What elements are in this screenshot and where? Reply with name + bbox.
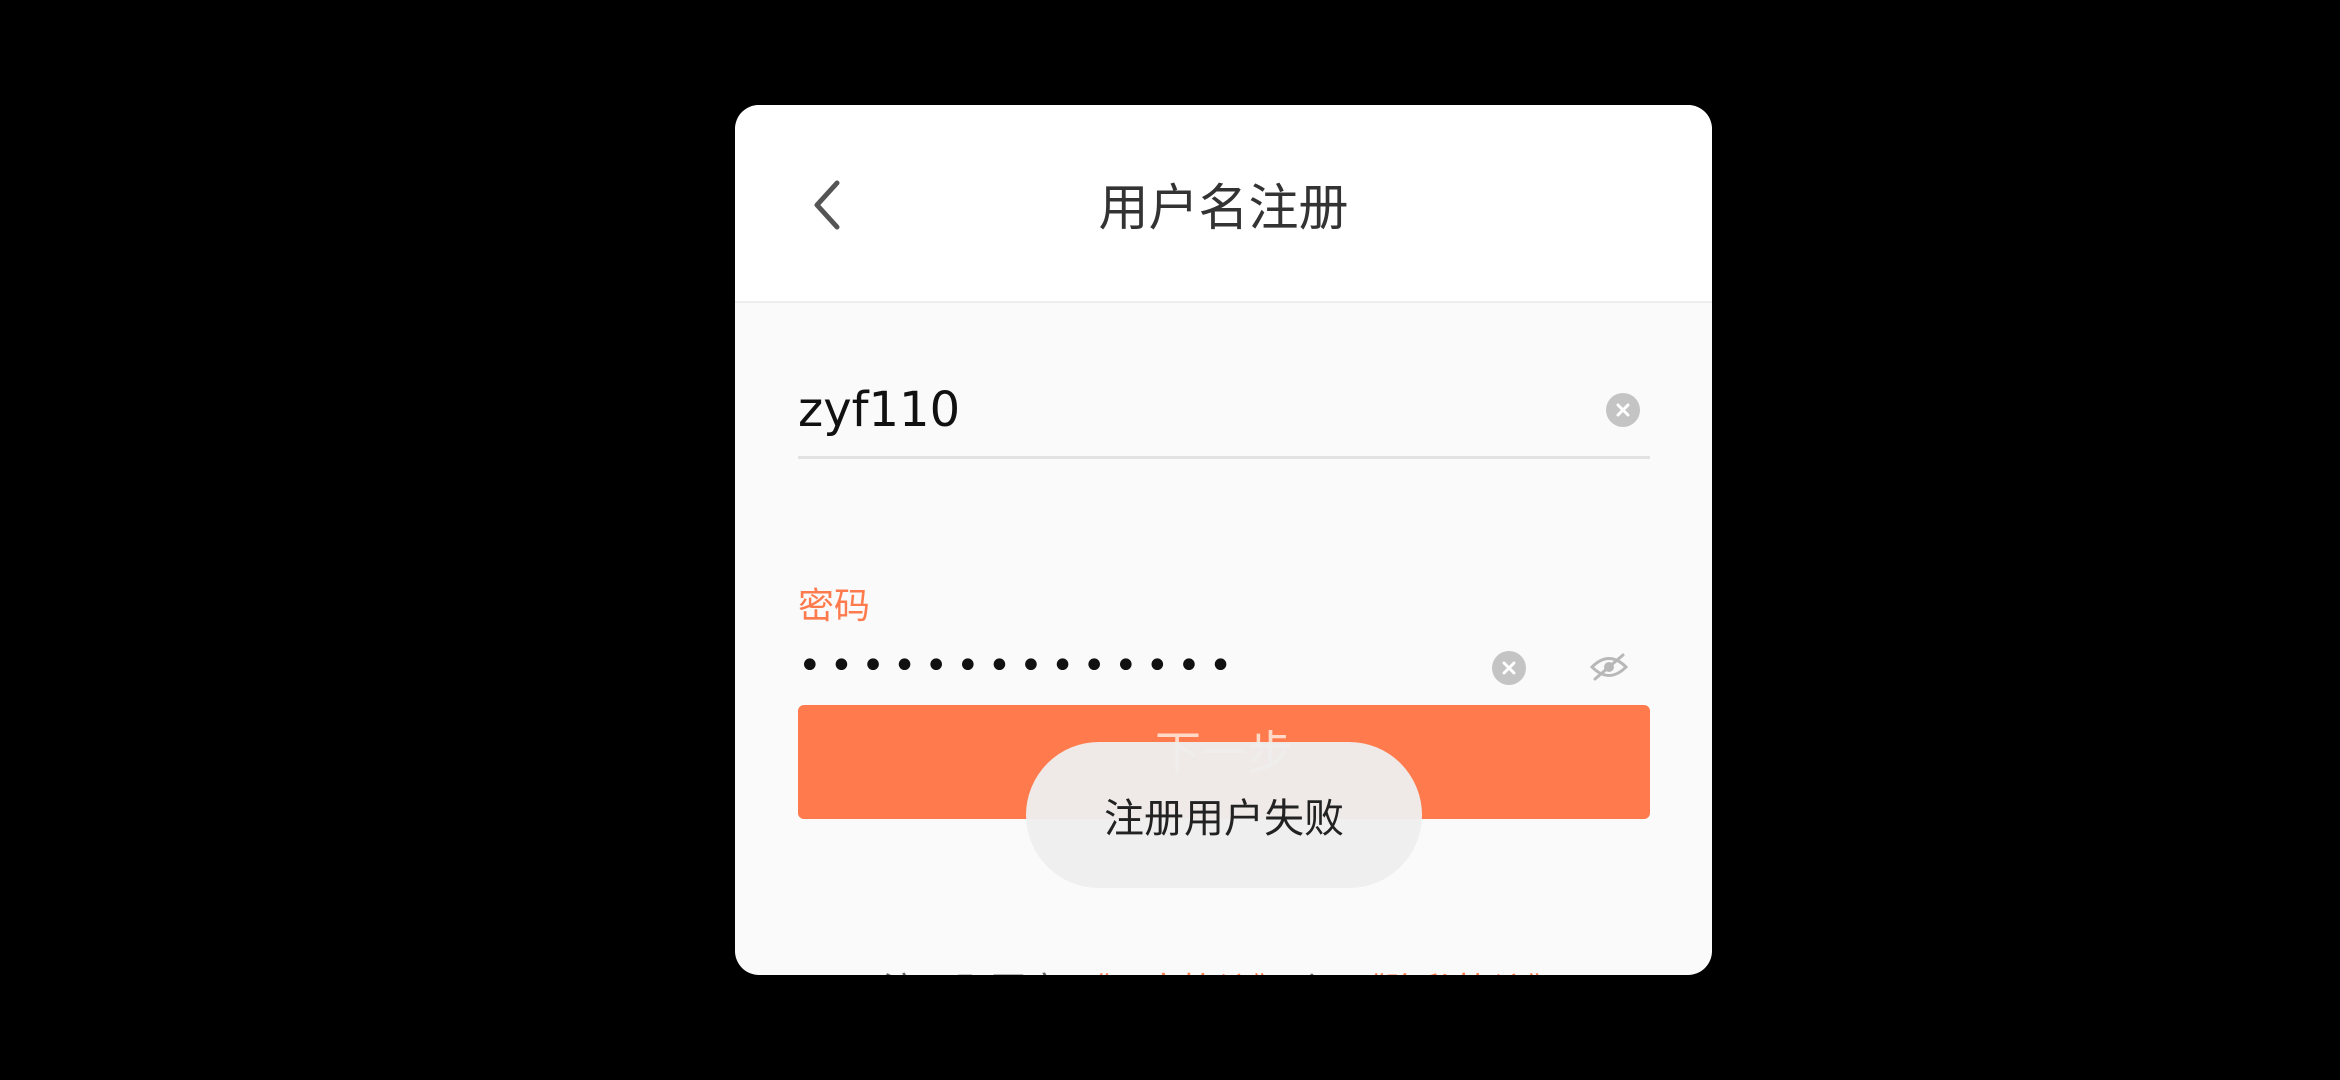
username-field [798, 363, 1650, 459]
screen: 用户名注册 密码 [0, 0, 2340, 1080]
page-title: 用户名注册 [1098, 179, 1349, 237]
eye-off-icon [1589, 653, 1629, 681]
username-clear-button[interactable] [1606, 393, 1640, 427]
agreement-text: 注册即同意 《用户协议》 与 《隐私协议》 [735, 963, 1712, 975]
agreement-prefix: 注册即同意 [882, 962, 1073, 975]
password-field [798, 620, 1650, 715]
user-agreement-link[interactable]: 《用户协议》 [1074, 962, 1290, 975]
chevron-left-icon [814, 180, 840, 230]
back-button[interactable] [792, 170, 862, 240]
clear-circle-icon [1502, 661, 1516, 675]
password-visibility-toggle[interactable] [1588, 646, 1630, 688]
password-clear-button[interactable] [1492, 651, 1526, 685]
password-input[interactable] [798, 620, 1478, 712]
agreement-conjunction: 与 [1290, 962, 1349, 975]
username-input[interactable] [798, 363, 1558, 456]
dialog-header: 用户名注册 [735, 105, 1712, 303]
clear-circle-icon [1616, 403, 1630, 417]
privacy-policy-link[interactable]: 《隐私协议》 [1349, 962, 1565, 975]
error-toast: 注册用户失败 [1026, 742, 1422, 888]
